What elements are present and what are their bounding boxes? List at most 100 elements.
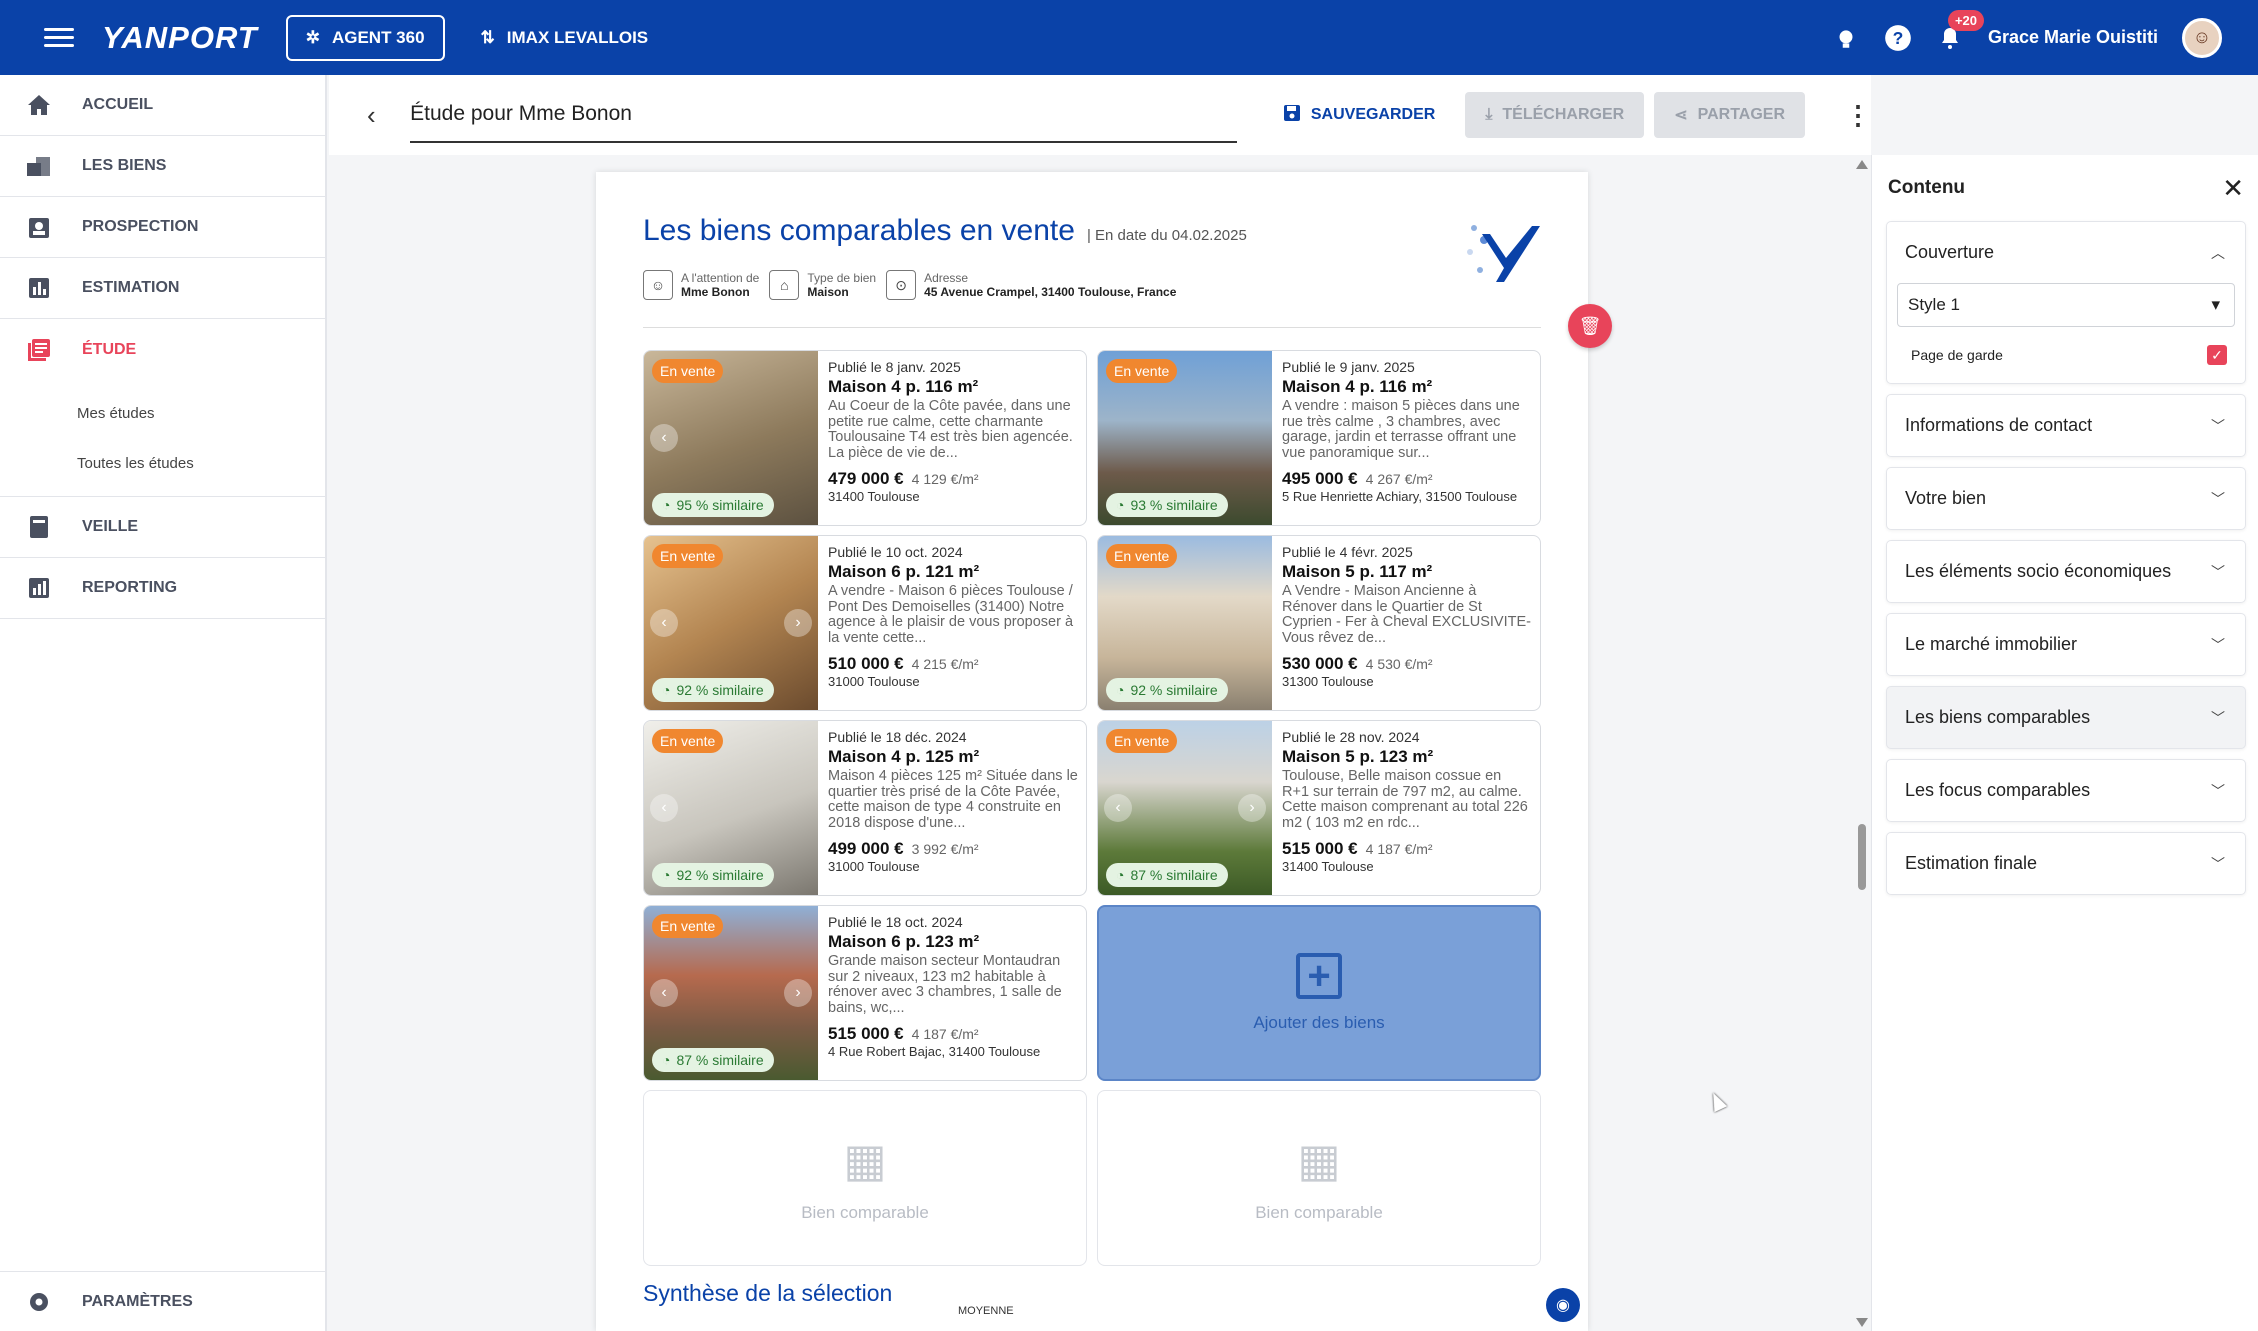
prev-photo-icon[interactable]: ‹ (650, 979, 678, 1007)
swap-icon: ⇅ (480, 27, 495, 47)
close-icon[interactable]: ✕ (2222, 173, 2244, 204)
section-item[interactable]: Le marché immobilier ﹀ (1886, 613, 2246, 676)
similarity-badge: ◔ 95 % similaire (652, 493, 774, 517)
download-button[interactable]: ⤓ TÉLÉCHARGER (1465, 92, 1645, 138)
sidebar-item-les-biens[interactable]: LES BIENS (0, 136, 325, 197)
similarity-text: 93 % similaire (1130, 497, 1218, 513)
save-label: SAUVEGARDER (1310, 106, 1436, 123)
home-icon (26, 92, 52, 118)
section-header-couverture[interactable]: Couverture ︿ (1887, 222, 2245, 283)
property-title: Maison 5 p. 117 m² (1282, 562, 1433, 581)
property-address: 31000 Toulouse (828, 859, 920, 874)
average-label: MOYENNE (958, 1305, 1014, 1317)
sidebar-item-etude[interactable]: ÉTUDE (0, 319, 325, 380)
share-button[interactable]: ⋖ PARTAGER (1654, 92, 1805, 138)
help-icon[interactable]: ? (1884, 24, 1912, 52)
prev-photo-icon[interactable]: ‹ (650, 794, 678, 822)
sidebar-subitem-toutes-les-etudes[interactable]: Toutes les études (0, 438, 325, 488)
person-icon: ☺ (643, 270, 673, 300)
eye-icon[interactable]: ◉ (1546, 1288, 1580, 1322)
synthese-title: Synthèse de la sélection (643, 1280, 893, 1306)
comparable-card[interactable]: En vente ‹ ◔ 92 % similaire Publié le 18 … (643, 720, 1087, 896)
chart-icon (26, 275, 52, 301)
next-photo-icon[interactable]: › (1238, 794, 1266, 822)
sidebar-item-parametres[interactable]: PARAMÈTRES (0, 1271, 325, 1331)
meta-value: Mme Bonon (681, 285, 750, 299)
add-properties-button[interactable]: + Ajouter des biens (1097, 905, 1541, 1081)
agent-label: AGENT 360 (331, 27, 425, 47)
status-badge: En vente (1106, 359, 1178, 383)
lightbulb-icon[interactable] (1832, 24, 1860, 52)
dropdown-arrow-icon: ▾ (2211, 295, 2220, 314)
sidebar-item-reporting[interactable]: REPORTING (0, 558, 325, 619)
mouse-cursor-icon (1706, 1089, 1728, 1113)
scroll-down-icon[interactable] (1856, 1318, 1868, 1327)
pin-icon: ⊙ (886, 270, 917, 300)
price-per-m2: 3 992 €/m² (911, 841, 979, 857)
property-address: 4 Rue Robert Bajac, 31400 Toulouse (828, 1044, 1041, 1059)
scroll-thumb[interactable] (1858, 824, 1866, 890)
agent-360-button[interactable]: ✲ AGENT 360 (285, 14, 445, 61)
gauge-icon: ◔ (662, 497, 671, 513)
sidebar-item-label: PROSPECTION (82, 218, 199, 235)
similarity-badge: ◔ 92 % similaire (1106, 678, 1228, 702)
svg-text:?: ? (1893, 27, 1904, 47)
section-item[interactable]: Les biens comparables ﹀ (1886, 686, 2246, 749)
property-description: Toulouse, Belle maison cossue en R+1 sur… (1282, 769, 1528, 831)
gauge-icon: ◔ (1116, 682, 1125, 698)
scroll-up-icon[interactable] (1856, 160, 1868, 169)
sidebar-item-label: LES BIENS (82, 157, 167, 174)
back-arrow-icon[interactable]: ‹ (367, 100, 388, 131)
section-item[interactable]: Les éléments socio économiques ﹀ (1886, 540, 2246, 603)
comparable-card[interactable]: En vente ‹ › ◔ 87 % similaire Publié le 2… (1097, 720, 1541, 896)
prev-photo-icon[interactable]: ‹ (1104, 794, 1132, 822)
comparable-card[interactable]: En vente ‹ › ◔ 92 % similaire Publié le 1… (643, 535, 1087, 711)
meta-recipient: ☺ A l'attention de Mme Bonon (643, 270, 759, 300)
prev-photo-icon[interactable]: ‹ (650, 424, 678, 452)
section-item[interactable]: Votre bien ﹀ (1886, 467, 2246, 530)
user-name[interactable]: Grace Marie Ouistiti (1988, 27, 2158, 48)
comparable-card[interactable]: En vente ◔ 93 % similaire Publié le 9 jan… (1097, 350, 1541, 526)
sidebar-item-label: ÉTUDE (82, 340, 137, 358)
sidebar-subitem-mes-etudes[interactable]: Mes études (0, 388, 325, 438)
sidebar-item-label: VEILLE (82, 518, 139, 535)
more-vert-icon[interactable]: ⋮ (1845, 100, 1871, 131)
property-title: Maison 4 p. 125 m² (828, 747, 980, 766)
section-item[interactable]: Estimation finale ﹀ (1886, 832, 2246, 895)
published-date: Publié le 18 déc. 2024 (828, 729, 967, 745)
similarity-badge: ◔ 92 % similaire (652, 678, 774, 702)
app-logo[interactable]: YANPORT (102, 20, 258, 56)
agency-switcher[interactable]: ⇅ IMAX LEVALLOIS (481, 28, 649, 48)
avatar[interactable]: ☺ (2182, 17, 2222, 58)
save-button[interactable]: SAUVEGARDER (1283, 104, 1435, 127)
sidebar-item-veille[interactable]: VEILLE (0, 497, 325, 558)
bell-icon[interactable]: +20 (1936, 9, 1984, 52)
next-photo-icon[interactable]: › (784, 609, 812, 637)
delete-section-button[interactable]: 🗑 (1568, 304, 1612, 348)
study-title-input[interactable]: Étude pour Mme Bonon (410, 87, 1237, 143)
sidebar-item-label: REPORTING (82, 579, 178, 596)
watch-icon (26, 514, 52, 540)
price-per-m2: 4 267 €/m² (1365, 471, 1433, 487)
property-description: A vendre - Maison 6 pièces Toulouse / Po… (828, 584, 1074, 646)
gauge-icon: ◔ (662, 682, 671, 698)
section-item[interactable]: Informations de contact ﹀ (1886, 394, 2246, 457)
sidebar-item-accueil[interactable]: ACCUEIL (0, 75, 325, 136)
prev-photo-icon[interactable]: ‹ (650, 609, 678, 637)
chevron-up-icon: ︿ (2211, 244, 2225, 261)
section-item[interactable]: Les focus comparables ﹀ (1886, 759, 2246, 822)
sidebar-item-prospection[interactable]: PROSPECTION (0, 197, 325, 258)
price: 515 000 € (1282, 839, 1358, 858)
style-select[interactable]: Style 1 ▾ (1897, 283, 2235, 327)
property-address: 31300 Toulouse (1282, 674, 1374, 689)
comparable-card[interactable]: En vente ‹ ◔ 95 % similaire Publié le 8 j… (643, 350, 1087, 526)
comparable-card[interactable]: En vente ◔ 92 % similaire Publié le 4 fév… (1097, 535, 1541, 711)
chevron-down-icon: ﹀ (2211, 709, 2225, 726)
sidebar-item-estimation[interactable]: ESTIMATION (0, 258, 325, 319)
building-icon: ▦ (843, 1134, 887, 1186)
page-scrollbar[interactable] (1855, 160, 1869, 1331)
comparable-card[interactable]: En vente ‹ › ◔ 87 % similaire Publié le 1… (643, 905, 1087, 1081)
next-photo-icon[interactable]: › (784, 979, 812, 1007)
cover-page-checkbox[interactable]: ✓ (2207, 345, 2227, 365)
menu-icon[interactable] (44, 23, 74, 53)
